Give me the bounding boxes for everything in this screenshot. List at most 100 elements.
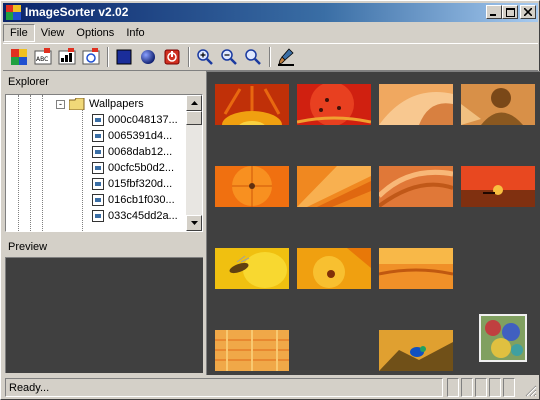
explorer-label: Explorer	[8, 76, 49, 88]
status-panel	[475, 378, 487, 397]
thumbnail-image[interactable]	[461, 84, 535, 125]
arrow-down-icon	[190, 221, 198, 225]
toolbar-separator	[269, 47, 271, 67]
file-name: 00cfc5b0d2...	[108, 162, 175, 174]
zoom-out-icon	[221, 49, 237, 65]
close-button[interactable]	[520, 5, 536, 19]
svg-text:ABC: ABC	[36, 56, 48, 63]
sort-by-size-icon	[58, 48, 76, 65]
preview-label: Preview	[8, 241, 48, 253]
file-name: 016cb1f030...	[108, 194, 175, 206]
thumbnail-image[interactable]	[215, 84, 289, 125]
minimize-icon	[490, 14, 496, 16]
menu-options[interactable]: Options	[70, 25, 120, 41]
thumbnail-image[interactable]	[297, 166, 371, 207]
panel-splitter[interactable]	[3, 234, 205, 238]
file-name: 0065391d4...	[108, 130, 173, 142]
thumbnail-image[interactable]	[215, 248, 289, 289]
thumbnail-image[interactable]	[379, 330, 453, 371]
collapse-icon[interactable]: -	[56, 99, 65, 109]
status-panel	[447, 378, 459, 397]
file-name: 000c048137...	[108, 114, 178, 126]
preview-pane	[5, 257, 203, 373]
maximize-button[interactable]	[502, 5, 518, 19]
scroll-up-button[interactable]	[186, 95, 202, 111]
square-view-icon	[116, 49, 132, 65]
explorer-tree-view[interactable]: - Wallpapers 000c048137... 0065391d4... …	[5, 94, 203, 232]
status-panel	[461, 378, 473, 397]
maximize-icon	[505, 7, 515, 17]
menu-info[interactable]: Info	[120, 25, 150, 41]
thumbnail-image[interactable]	[379, 166, 453, 207]
brush-button[interactable]	[276, 47, 296, 67]
status-message: Ready...	[5, 378, 443, 397]
file-name: 015fbf320d...	[108, 178, 173, 190]
tree-file-item[interactable]: 0065391d4...	[92, 128, 172, 144]
image-file-icon	[92, 130, 104, 142]
thumbnail-image[interactable]	[297, 84, 371, 125]
app-logo-icon	[6, 5, 21, 20]
scroll-thumb[interactable]	[186, 111, 202, 125]
resize-grip-icon[interactable]	[525, 385, 537, 397]
menu-file[interactable]: File	[3, 23, 35, 42]
explorer-scrollbar[interactable]	[186, 95, 202, 231]
image-file-icon	[92, 114, 104, 126]
zoom-fit-icon	[245, 49, 261, 65]
file-name: 0068dab12...	[108, 146, 173, 158]
tree-file-item[interactable]: 0068dab12...	[92, 144, 172, 160]
thumbnail-image[interactable]	[215, 166, 289, 207]
image-canvas[interactable]	[206, 71, 540, 375]
scroll-down-button[interactable]	[186, 215, 202, 231]
zoom-out-button[interactable]	[219, 47, 239, 67]
image-file-icon	[92, 194, 104, 206]
toolbar: ABC	[3, 43, 538, 71]
arrow-up-icon	[190, 101, 198, 105]
status-panel	[489, 378, 501, 397]
reset-button[interactable]	[162, 47, 182, 67]
sort-by-name-icon: ABC	[34, 48, 52, 65]
tree-folder-wallpapers[interactable]: - Wallpapers	[56, 96, 144, 112]
close-icon	[524, 8, 532, 16]
zoom-in-button[interactable]	[195, 47, 215, 67]
sphere-view-icon	[141, 50, 155, 64]
square-view-button[interactable]	[114, 47, 134, 67]
tree-file-item[interactable]: 033c45dd2a...	[92, 208, 178, 224]
sort-by-date-button[interactable]	[81, 47, 101, 67]
folder-label: Wallpapers	[89, 98, 144, 110]
folder-tree: - Wallpapers 000c048137... 0065391d4... …	[6, 95, 188, 231]
zoom-in-icon	[197, 49, 213, 65]
thumbnail-image[interactable]	[379, 84, 453, 125]
zoom-fit-button[interactable]	[243, 47, 263, 67]
image-file-icon	[92, 210, 104, 222]
image-file-icon	[92, 146, 104, 158]
toolbar-separator	[107, 47, 109, 67]
tree-guide-line	[42, 95, 43, 231]
tree-file-item[interactable]: 000c048137...	[92, 112, 178, 128]
tree-guide-line	[18, 95, 19, 231]
toolbar-separator	[188, 47, 190, 67]
minimize-button[interactable]	[486, 5, 502, 19]
sphere-view-button[interactable]	[138, 47, 158, 67]
reset-icon	[164, 49, 180, 65]
sort-by-size-button[interactable]	[57, 47, 77, 67]
thumbnail-image[interactable]	[215, 330, 289, 371]
title-bar[interactable]: ImageSorter v2.02	[3, 3, 538, 22]
window-title: ImageSorter v2.02	[25, 5, 129, 19]
tree-file-item[interactable]: 016cb1f030...	[92, 192, 175, 208]
thumbnail-image[interactable]	[461, 166, 535, 207]
sort-by-color-icon	[11, 49, 27, 65]
thumbnail-image[interactable]	[479, 314, 527, 362]
thumbnail-image[interactable]	[379, 248, 453, 289]
thumbnail-image[interactable]	[297, 248, 371, 289]
sort-by-color-button[interactable]	[9, 47, 29, 67]
tree-guide-line	[82, 107, 83, 231]
menu-view[interactable]: View	[35, 25, 71, 41]
sort-by-name-button[interactable]: ABC	[33, 47, 53, 67]
folder-open-icon	[69, 98, 85, 110]
tree-file-item[interactable]: 00cfc5b0d2...	[92, 160, 174, 176]
tree-guide-line	[30, 95, 31, 231]
sort-by-date-icon	[82, 48, 100, 65]
tree-file-item[interactable]: 015fbf320d...	[92, 176, 172, 192]
status-bar: Ready...	[3, 376, 538, 398]
brush-icon	[278, 48, 294, 66]
